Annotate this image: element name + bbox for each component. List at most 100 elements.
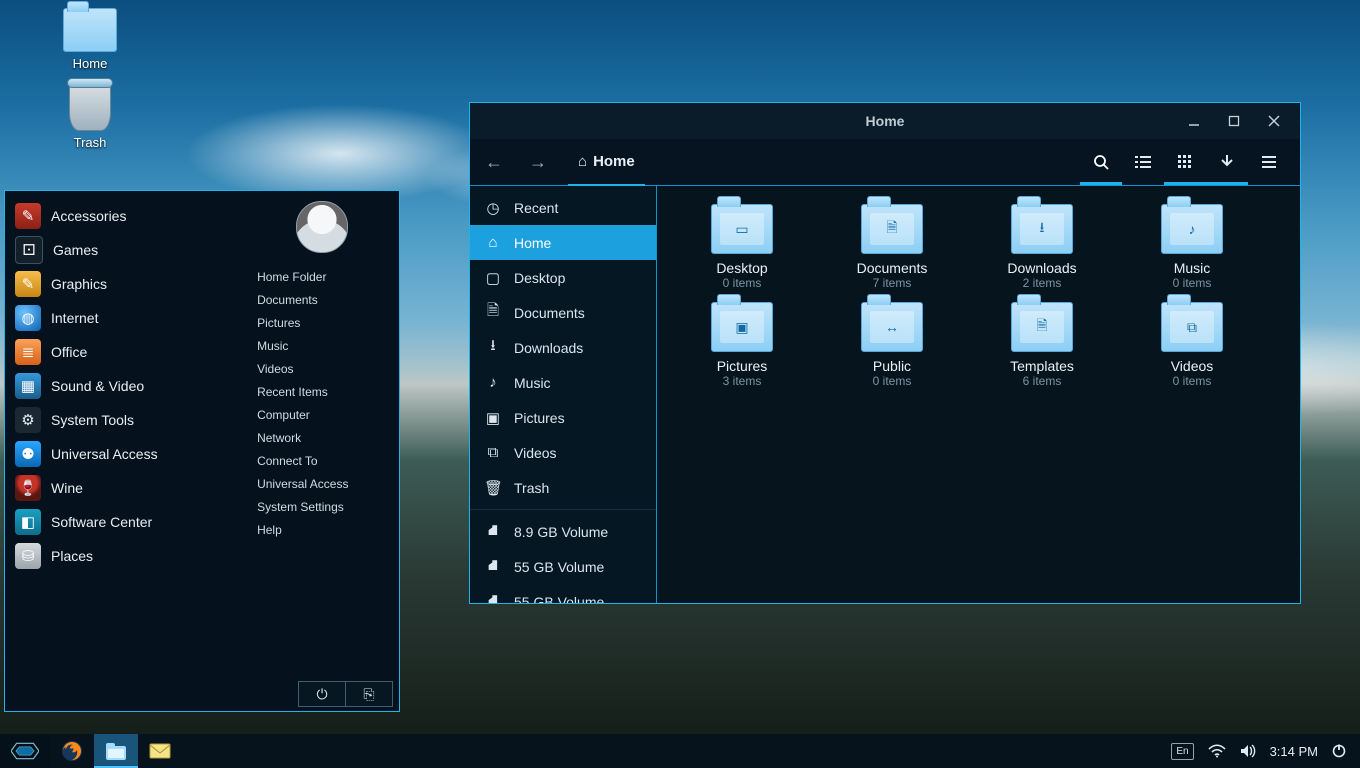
start-category-universal-access[interactable]: ⚉Universal Access xyxy=(5,437,245,471)
window-titlebar[interactable]: Home xyxy=(470,103,1300,139)
start-shortcut-system-settings[interactable]: System Settings xyxy=(257,500,387,514)
sidebar-item-desktop[interactable]: ▢Desktop xyxy=(470,260,656,295)
folder-glyph-icon: ▣ xyxy=(720,311,764,343)
category-label: Games xyxy=(53,242,98,258)
window-controls xyxy=(1174,103,1294,139)
folder-icon: ⭳ xyxy=(1011,204,1073,254)
trash-icon xyxy=(69,83,111,131)
category-label: Places xyxy=(51,548,93,564)
start-category-graphics[interactable]: ✎Graphics xyxy=(5,267,245,301)
taskbar-app-files[interactable] xyxy=(94,734,138,768)
folder-meta: 2 items xyxy=(967,276,1117,290)
sidebar-item-55-gb-volume[interactable]: ⛘55 GB Volume xyxy=(470,584,656,603)
back-button[interactable]: ← xyxy=(480,148,508,176)
desktop-icon-trash[interactable]: Trash xyxy=(50,83,130,150)
sidebar-item-music[interactable]: ♪Music xyxy=(470,365,656,400)
folder-tile-music[interactable]: ♪Music0 items xyxy=(1117,204,1267,290)
folder-icon: 🗎 xyxy=(861,204,923,254)
desktop-icon-home[interactable]: Home xyxy=(50,8,130,71)
minimize-button[interactable] xyxy=(1174,107,1214,135)
start-button[interactable] xyxy=(0,734,50,768)
logout-button[interactable]: ⎘ xyxy=(346,681,393,707)
category-label: System Tools xyxy=(51,412,134,428)
sidebar-item-label: Music xyxy=(514,375,551,391)
sidebar-item-trash[interactable]: 🗑Trash xyxy=(470,470,656,505)
hamburger-menu-button[interactable] xyxy=(1248,139,1290,185)
close-button[interactable] xyxy=(1254,107,1294,135)
start-category-wine[interactable]: 🍷Wine xyxy=(5,471,245,505)
start-category-games[interactable]: ⚀ Games xyxy=(5,233,245,267)
taskbar-app-firefox[interactable] xyxy=(50,734,94,768)
start-shortcut-network[interactable]: Network xyxy=(257,431,387,445)
sidebar-item-55-gb-volume[interactable]: ⛘55 GB Volume xyxy=(470,549,656,584)
start-shortcut-universal-access[interactable]: Universal Access xyxy=(257,477,387,491)
taskbar-app-mail[interactable] xyxy=(138,734,182,768)
maximize-button[interactable] xyxy=(1214,107,1254,135)
taskbar-notch xyxy=(1123,734,1157,768)
start-shortcut-home-folder[interactable]: Home Folder xyxy=(257,270,387,284)
folder-name: Videos xyxy=(1117,358,1267,374)
folder-tile-videos[interactable]: ⧉Videos0 items xyxy=(1117,302,1267,388)
category-icon: ⚀ xyxy=(15,236,43,264)
start-shortcut-connect-to[interactable]: Connect To xyxy=(257,454,387,468)
wifi-icon[interactable] xyxy=(1208,744,1226,758)
start-shortcut-recent-items[interactable]: Recent Items xyxy=(257,385,387,399)
sort-button[interactable] xyxy=(1206,139,1248,185)
start-shortcut-pictures[interactable]: Pictures xyxy=(257,316,387,330)
folder-glyph-icon: ▭ xyxy=(720,213,764,245)
category-icon: ◍ xyxy=(15,305,41,331)
sidebar-item-icon: ▢ xyxy=(484,269,502,287)
category-label: Universal Access xyxy=(51,446,158,462)
power-icon[interactable] xyxy=(1332,744,1346,758)
start-category-office[interactable]: ≣Office xyxy=(5,335,245,369)
folder-tile-public[interactable]: ↔Public0 items xyxy=(817,302,967,388)
sidebar-item-documents[interactable]: 🗎Documents xyxy=(470,295,656,330)
sidebar-item-8-9-gb-volume[interactable]: ⛘8.9 GB Volume xyxy=(470,514,656,549)
start-category-internet[interactable]: ◍Internet xyxy=(5,301,245,335)
sidebar-item-icon: 🗑 xyxy=(484,479,502,497)
start-category-system-tools[interactable]: ⚙System Tools xyxy=(5,403,245,437)
forward-button[interactable]: → xyxy=(524,148,552,176)
home-icon: ⌂ xyxy=(578,153,587,170)
user-avatar-icon[interactable] xyxy=(296,201,348,253)
sidebar-item-videos[interactable]: ⧉Videos xyxy=(470,435,656,470)
start-shortcut-videos[interactable]: Videos xyxy=(257,362,387,376)
sidebar-item-home[interactable]: ⌂Home xyxy=(470,225,656,260)
power-button[interactable]: ⏻ xyxy=(298,681,346,707)
volume-icon[interactable] xyxy=(1240,744,1256,758)
folder-tile-templates[interactable]: 🗎Templates6 items xyxy=(967,302,1117,388)
folder-glyph-icon: ↔ xyxy=(870,311,914,343)
sidebar-item-icon: ⛘ xyxy=(484,557,502,576)
path-segment-home[interactable]: ⌂ Home xyxy=(568,138,645,187)
start-category-places[interactable]: ⛁Places xyxy=(5,539,245,573)
start-shortcut-help[interactable]: Help xyxy=(257,523,387,537)
start-shortcut-music[interactable]: Music xyxy=(257,339,387,353)
language-indicator[interactable]: En xyxy=(1171,743,1193,760)
sidebar-item-pictures[interactable]: ▣Pictures xyxy=(470,400,656,435)
folder-icon: ↔ xyxy=(861,302,923,352)
folder-icon: ⧉ xyxy=(1161,302,1223,352)
start-shortcut-computer[interactable]: Computer xyxy=(257,408,387,422)
start-category-sound-video[interactable]: ▦Sound & Video xyxy=(5,369,245,403)
folder-tile-documents[interactable]: 🗎Documents7 items xyxy=(817,204,967,290)
list-view-button[interactable] xyxy=(1122,139,1164,185)
sidebar-item-icon: ⧉ xyxy=(484,444,502,461)
clock[interactable]: 3:14 PM xyxy=(1270,744,1318,759)
start-category-accessories[interactable]: ✎Accessories xyxy=(5,199,245,233)
folder-tile-pictures[interactable]: ▣Pictures3 items xyxy=(667,302,817,388)
folder-tile-desktop[interactable]: ▭Desktop0 items xyxy=(667,204,817,290)
sidebar-item-downloads[interactable]: ⭳Downloads xyxy=(470,330,656,365)
start-category-software-center[interactable]: ◧Software Center xyxy=(5,505,245,539)
sidebar-item-recent[interactable]: ◷Recent xyxy=(470,190,656,225)
sidebar-item-icon: ⛘ xyxy=(484,592,502,603)
sidebar-item-icon: ⛘ xyxy=(484,522,502,541)
start-menu-buttons: ⏻ ⎘ xyxy=(298,681,393,707)
start-shortcut-documents[interactable]: Documents xyxy=(257,293,387,307)
folder-name: Music xyxy=(1117,260,1267,276)
category-icon: ◧ xyxy=(15,509,41,535)
search-button[interactable] xyxy=(1080,139,1122,185)
grid-view-button[interactable] xyxy=(1164,139,1206,185)
folder-name: Pictures xyxy=(667,358,817,374)
folder-tile-downloads[interactable]: ⭳Downloads2 items xyxy=(967,204,1117,290)
folder-meta: 0 items xyxy=(1117,276,1267,290)
